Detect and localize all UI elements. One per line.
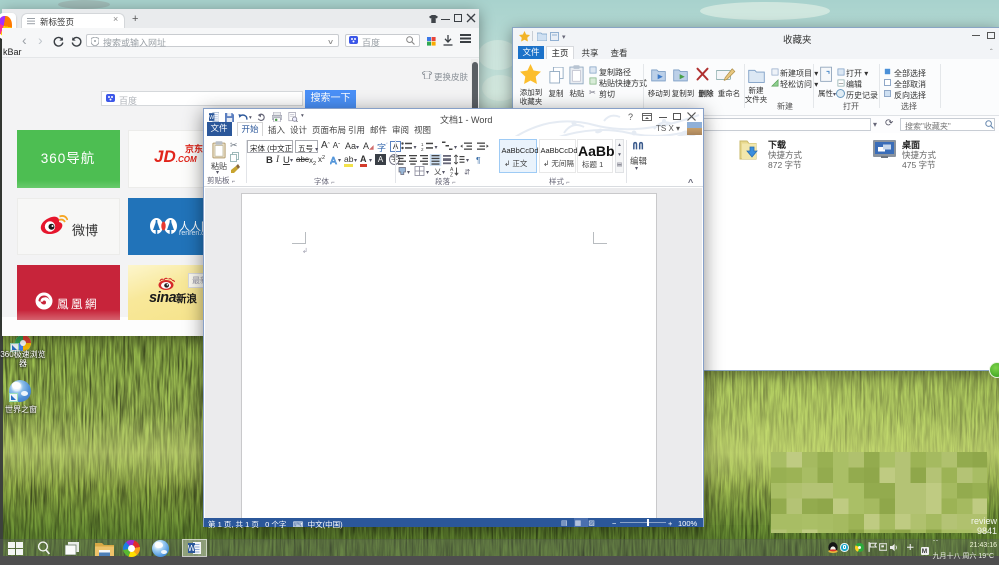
svg-text:A: A [330,156,337,165]
svg-text:乂: 乂 [434,167,442,176]
svg-text:▾: ▾ [414,145,417,151]
svg-text:▾: ▾ [426,170,429,176]
svg-text:▾: ▾ [466,158,469,164]
svg-text:▾: ▾ [435,145,438,151]
svg-text:⇵: ⇵ [464,168,471,177]
svg-text:W: W [188,544,196,553]
svg-text:2: 2 [421,147,424,152]
svg-text:¶: ¶ [476,155,481,165]
svg-text:▾: ▾ [454,145,457,151]
svg-text:▾: ▾ [407,170,410,176]
